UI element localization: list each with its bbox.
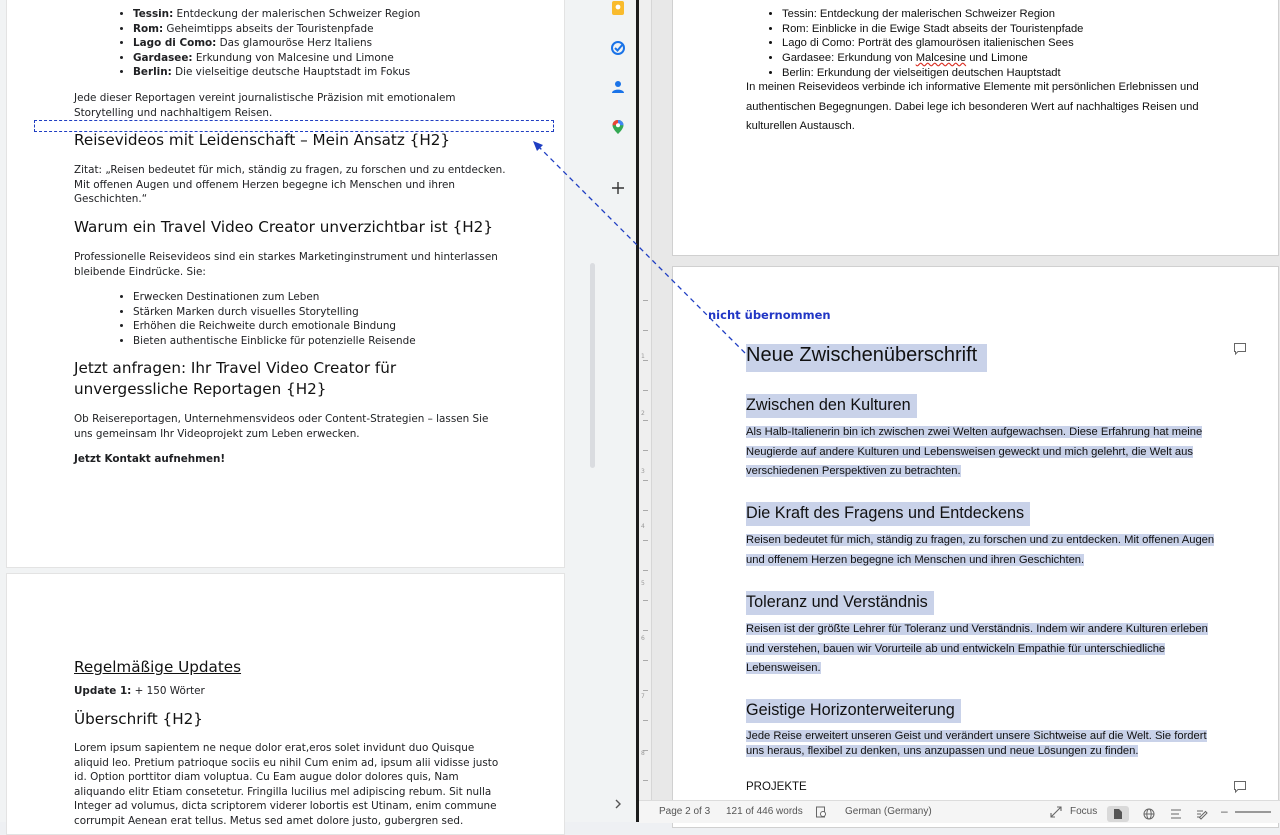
heading-horizont[interactable]: Geistige Horizonterweiterung: [746, 699, 961, 723]
side-panel-strip: [600, 0, 636, 822]
annotation-label: nicht übernommen: [708, 307, 831, 322]
heading-kulturen[interactable]: Zwischen den Kulturen: [746, 394, 917, 418]
ruler-number: 6: [641, 635, 645, 642]
left-document-page-2: Regelmäßige Updates Update 1: + 150 Wört…: [6, 573, 565, 835]
list-item: Gardasee: Erkundung von Malcesine und Li…: [782, 51, 1246, 66]
list-item: Tessin: Entdeckung der malerischen Schwe…: [782, 7, 1246, 22]
contacts-icon: [612, 81, 624, 93]
annotation-dashed-box: [34, 120, 554, 132]
paragraph-intro: In meinen Reisevideos verbinde ich infor…: [746, 81, 1199, 132]
keep-button[interactable]: [606, 0, 630, 21]
list-item: Bieten authentische Einblicke für potenz…: [133, 334, 546, 349]
right-document-pane: 1 2 3 4 5 6 7 8 Tessin: Entdeckung der m…: [639, 0, 1280, 828]
paragraph-professionell: Professionelle Reisevideos sind ein star…: [74, 251, 498, 278]
projekte-text: PROJEKTE: [746, 781, 807, 793]
right-bullet-list: Tessin: Entdeckung der malerischen Schwe…: [746, 7, 1246, 81]
paragraph-kraft[interactable]: Reisen bedeutet für mich, ständig zu fra…: [746, 531, 1216, 570]
ruler-number: 1: [641, 353, 645, 360]
list-item: Erhöhen die Reichweite durch emotionale …: [133, 319, 546, 334]
proofing-icon[interactable]: [815, 806, 827, 818]
keep-icon: [612, 1, 624, 15]
tasks-icon: [611, 41, 625, 55]
paragraph-ob: Ob Reisereportagen, Unternehmensvideos o…: [74, 413, 489, 440]
left-bullet-list-top: Tessin: Entdeckung der malerischen Schwe…: [66, 7, 546, 80]
print-layout-button[interactable]: [1107, 806, 1129, 822]
add-addon-button[interactable]: [606, 176, 630, 200]
list-item: Erwecken Destinationen zum Leben: [133, 290, 546, 305]
draft-button[interactable]: [1192, 806, 1212, 822]
ruler-number: 3: [641, 468, 645, 475]
print-layout-icon: [1114, 809, 1122, 819]
paragraph-toleranz[interactable]: Reisen ist der größte Lehrer für Toleran…: [746, 620, 1216, 679]
heading-toleranz[interactable]: Toleranz und Verständnis: [746, 591, 934, 615]
cta-text: Jetzt Kontakt aufnehmen!: [74, 453, 226, 465]
outline-button[interactable]: [1166, 806, 1186, 822]
expand-panel-button[interactable]: [606, 792, 630, 816]
left-bullet-list-mid: Erwecken Destinationen zum Leben Stärken…: [66, 290, 546, 348]
page-indicator[interactable]: Page 2 of 3: [659, 806, 710, 817]
language-indicator[interactable]: German (Germany): [845, 806, 932, 817]
zoom-slider[interactable]: [1235, 811, 1271, 813]
paragraph-reportagen: Jede dieser Reportagen vereint journalis…: [74, 92, 456, 119]
ruler-number: 8: [641, 750, 645, 757]
vertical-ruler: 1 2 3 4 5 6 7 8: [639, 0, 652, 800]
ruler-number: 4: [641, 523, 645, 530]
word-count[interactable]: 121 of 446 words: [726, 806, 803, 817]
web-layout-button[interactable]: [1139, 806, 1159, 822]
right-document-page-2: Neue Zwischenüberschrift Zwischen den Ku…: [672, 266, 1279, 828]
paragraph-kulturen[interactable]: Als Halb-Italienerin bin ich zwischen zw…: [746, 423, 1216, 482]
tasks-button[interactable]: [606, 36, 630, 60]
left-document-page-1: Tessin: Entdeckung der malerischen Schwe…: [6, 0, 565, 568]
comment-icon[interactable]: [1233, 780, 1247, 794]
list-item: Stärken Marken durch visuelles Storytell…: [133, 305, 546, 320]
maps-button[interactable]: [606, 115, 630, 139]
list-item: Rom: Einblicke in die Ewige Stadt abseit…: [782, 22, 1246, 37]
paragraph-lorem: Lorem ipsum sapientem ne neque dolor era…: [74, 742, 499, 827]
heading-ueberschrift: Überschrift {H2}: [74, 710, 203, 728]
outline-icon: [1171, 809, 1181, 819]
zoom-out-icon[interactable]: –: [1221, 804, 1228, 818]
expand-icon: [615, 799, 621, 809]
draft-icon: [1197, 810, 1208, 820]
heading-leidenschaft: Reisevideos mit Leidenschaft – Mein Ansa…: [74, 131, 451, 149]
paragraph-horizont[interactable]: Jede Reise erweitert unseren Geist und v…: [746, 729, 1216, 759]
list-item: Lago di Como: Das glamouröse Herz Italie…: [133, 36, 546, 51]
focus-button[interactable]: Focus: [1070, 806, 1097, 817]
maps-icon: [612, 120, 624, 134]
update-1-line: Update 1: + 150 Wörter: [74, 685, 205, 697]
misspelled-word[interactable]: Malcesine: [916, 52, 966, 64]
focus-icon: [1050, 806, 1062, 818]
heading-neue-zwischenueberschrift[interactable]: Neue Zwischenüberschrift: [746, 342, 988, 372]
list-item: Rom: Geheimtipps abseits der Touristenpf…: [133, 22, 546, 37]
ruler-number: 7: [641, 693, 645, 700]
add-icon: [612, 182, 624, 194]
heading-warum: Warum ein Travel Video Creator unverzich…: [74, 218, 493, 236]
heading-kraft[interactable]: Die Kraft des Fragens und Entdeckens: [746, 502, 1031, 526]
left-scrollbar-thumb[interactable]: [590, 263, 595, 468]
comment-icon[interactable]: [1233, 342, 1247, 356]
ruler-number: 2: [641, 410, 645, 417]
status-bar: Page 2 of 3 121 of 446 words German (Ger…: [639, 800, 1280, 823]
contacts-button[interactable]: [606, 75, 630, 99]
ruler-number: 5: [641, 580, 645, 587]
list-item: Berlin: Die vielseitige deutsche Hauptst…: [133, 65, 546, 80]
right-document-page-1: Tessin: Entdeckung der malerischen Schwe…: [672, 0, 1279, 256]
heading-anfragen: Jetzt anfragen: Ihr Travel Video Creator…: [74, 359, 397, 398]
paragraph-zitat: Zitat: „Reisen bedeutet für mich, ständi…: [74, 164, 506, 205]
globe-icon: [1143, 808, 1155, 820]
heading-updates: Regelmäßige Updates: [74, 658, 242, 676]
list-item: Lago di Como: Porträt des glamourösen it…: [782, 36, 1246, 51]
list-item: Gardasee: Erkundung von Malcesine und Li…: [133, 51, 546, 66]
list-item: Tessin: Entdeckung der malerischen Schwe…: [133, 7, 546, 22]
